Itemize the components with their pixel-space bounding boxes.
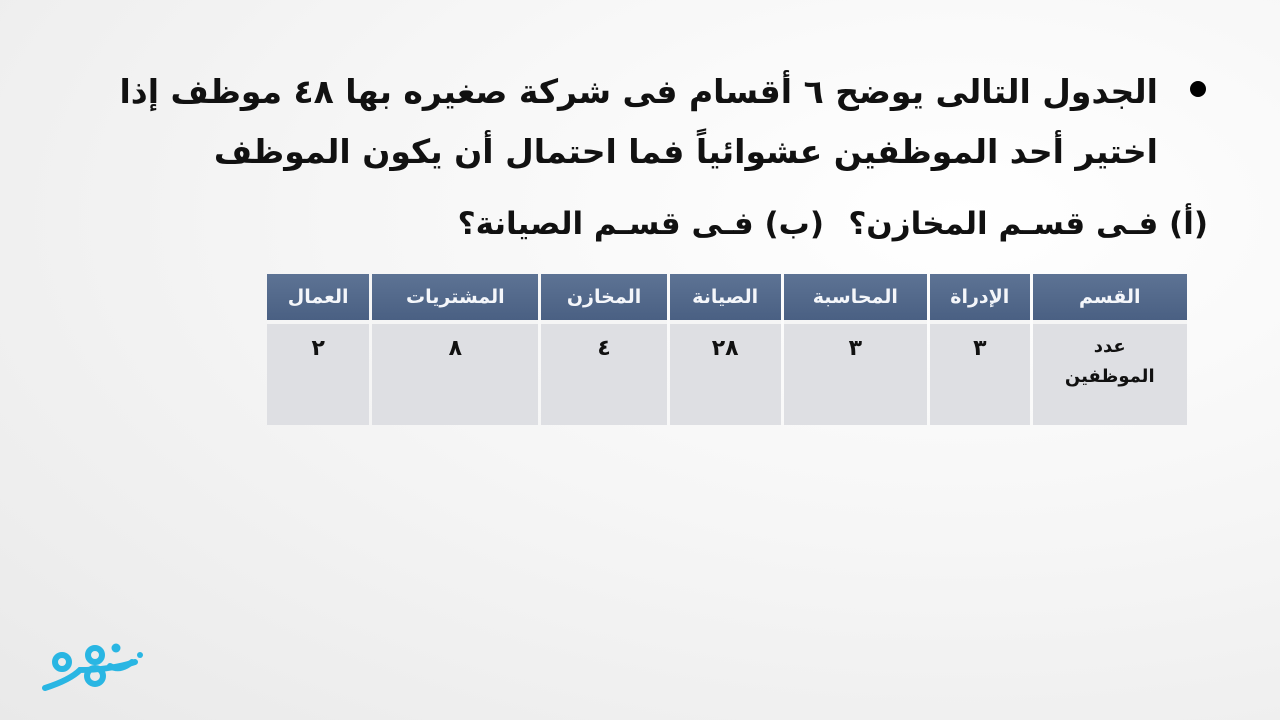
cell-warehouses: ٤ bbox=[541, 324, 667, 425]
header-maintenance: الصيانة bbox=[669, 274, 781, 324]
table-header-row: القسم الإدراة المحاسبة الصيانة المخازن ا… bbox=[267, 274, 1187, 324]
cell-workers: ٢ bbox=[267, 324, 370, 425]
cell-accounting: ٣ bbox=[783, 324, 928, 425]
slide: الجدول التالى يوضح ٦ أقسام فى شركة صغيره… bbox=[0, 0, 1280, 720]
question-part-b: (ب) فـى قسـم الصيانة؟ bbox=[457, 206, 824, 242]
row-label-line-1: عدد bbox=[1093, 336, 1126, 357]
cell-maintenance: ٢٨ bbox=[669, 324, 781, 425]
bullet-dot-icon bbox=[1190, 81, 1206, 97]
cell-purchasing: ٨ bbox=[372, 324, 539, 425]
departments-table: القسم الإدراة المحاسبة الصيانة المخازن ا… bbox=[264, 274, 1190, 425]
header-workers: العمال bbox=[267, 274, 370, 324]
question-line-2: اختير أحد الموظفين عشوائياً فما احتمال أ… bbox=[213, 132, 1158, 171]
cell-administration: ٣ bbox=[930, 324, 1030, 425]
header-accounting: المحاسبة bbox=[783, 274, 928, 324]
header-warehouses: المخازن bbox=[541, 274, 667, 324]
question-line-1: الجدول التالى يوضح ٦ أقسام فى شركة صغيره… bbox=[119, 72, 1158, 111]
table-row: عدد الموظفين ٣ ٣ ٢٨ ٤ ٨ ٢ bbox=[267, 324, 1187, 425]
header-purchasing: المشتريات bbox=[372, 274, 539, 324]
row-label-line-2: الموظفين bbox=[1064, 366, 1155, 387]
nafham-logo-icon bbox=[42, 643, 143, 691]
question-part-a: (أ) فـى قسـم المخازن؟ bbox=[848, 206, 1208, 242]
row-label-employee-count: عدد الموظفين bbox=[1032, 324, 1187, 425]
header-department: القسم bbox=[1032, 274, 1187, 324]
header-administration: الإدراة bbox=[930, 274, 1030, 324]
